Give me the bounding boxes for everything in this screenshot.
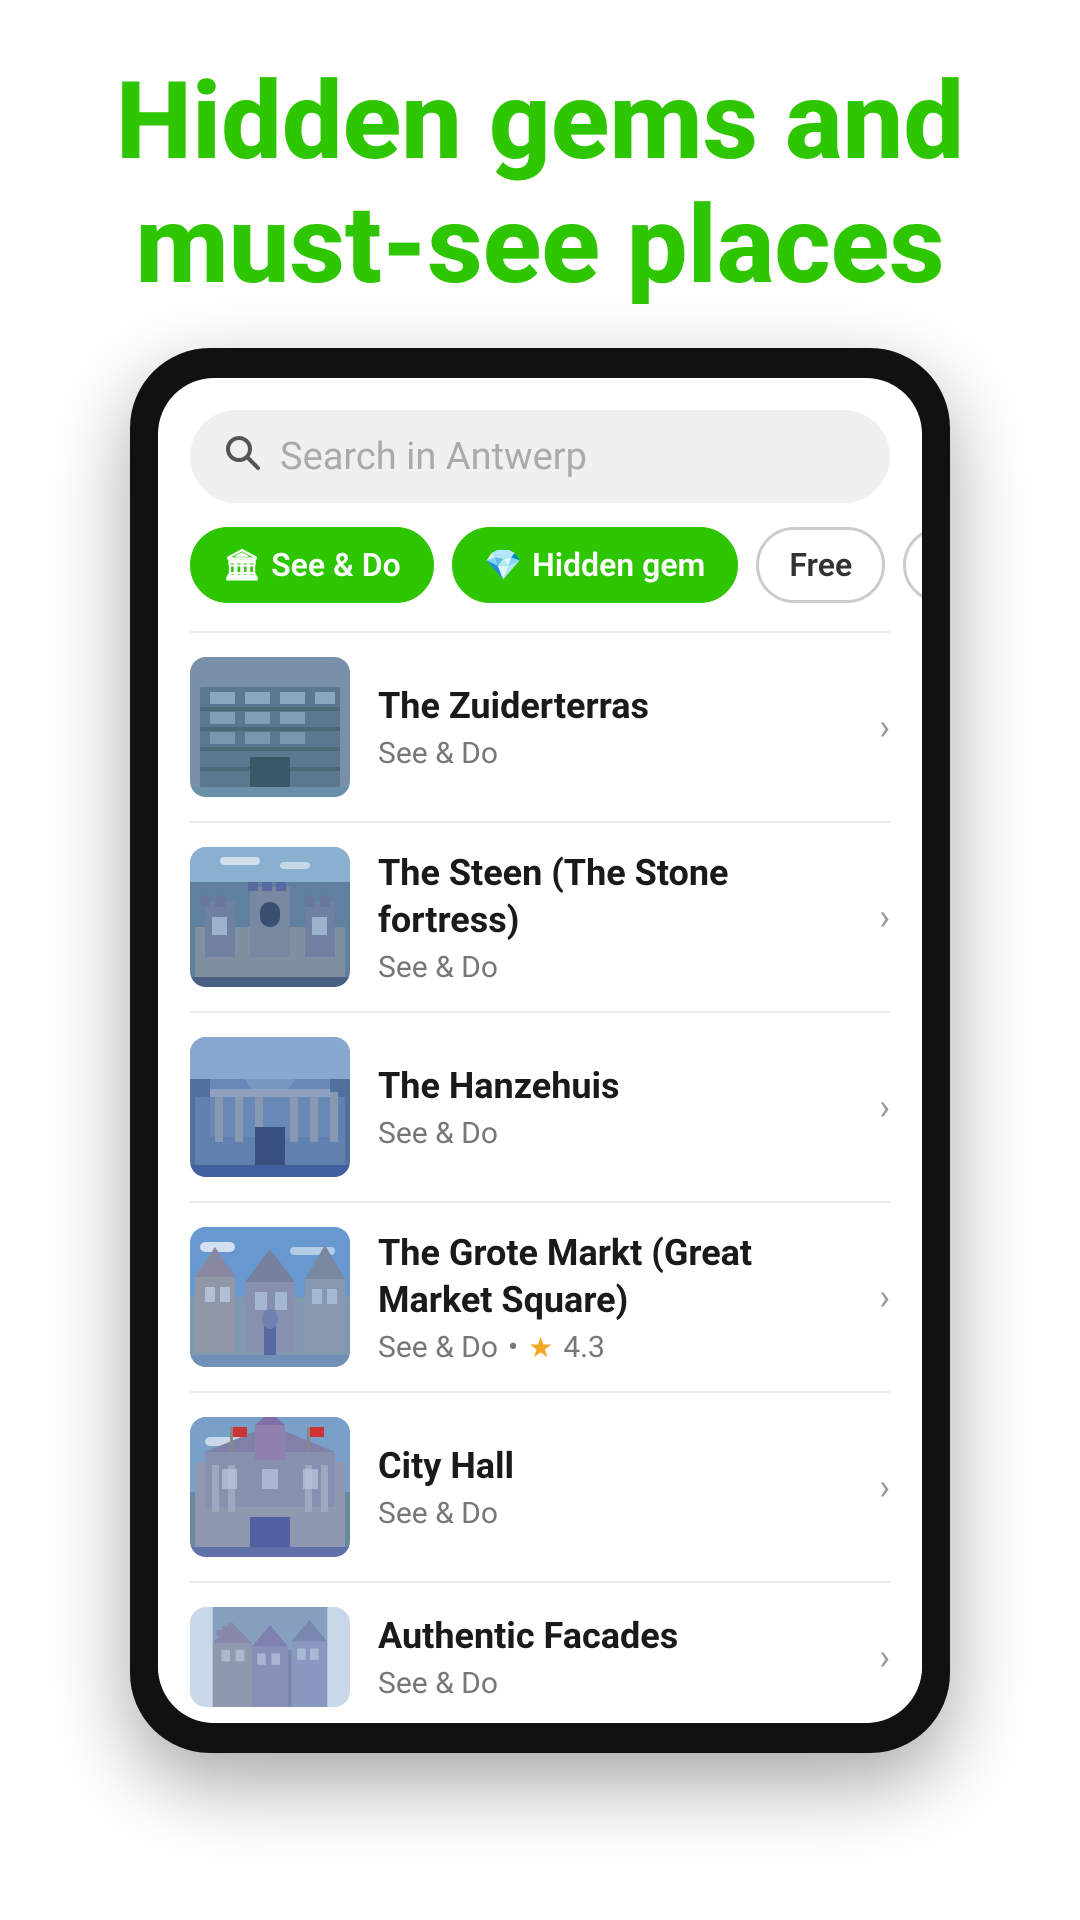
page-header: Hidden gems and must-see places xyxy=(0,0,1080,348)
list-item[interactable]: The Grote Markt (Great Market Square) Se… xyxy=(158,1203,922,1391)
filter-chip-shop[interactable]: 🛍 Shop xyxy=(903,527,922,603)
filter-chip-hidden-gem[interactable]: 💎 Hidden gem xyxy=(452,527,739,603)
item-title-3: The Hanzehuis xyxy=(378,1063,851,1110)
page-title: Hidden gems and must-see places xyxy=(80,60,1000,308)
chevron-icon-1: › xyxy=(879,706,890,748)
item-thumbnail-1 xyxy=(190,657,350,797)
chevron-icon-4: › xyxy=(879,1276,890,1318)
list-item[interactable]: The Zuiderterras See & Do › xyxy=(158,633,922,821)
list-item[interactable]: The Hanzehuis See & Do › xyxy=(158,1013,922,1201)
item-info-3: The Hanzehuis See & Do xyxy=(378,1063,851,1151)
item-info-1: The Zuiderterras See & Do xyxy=(378,683,851,771)
item-subtitle-3: See & Do xyxy=(378,1116,851,1151)
list-item[interactable]: Authentic Facades See & Do › xyxy=(158,1583,922,1723)
search-icon xyxy=(222,432,262,481)
dot-separator: • xyxy=(508,1330,518,1365)
item-title-6: Authentic Facades xyxy=(378,1613,851,1660)
item-title-2: The Steen (The Stone fortress) xyxy=(378,850,851,944)
item-thumbnail-3 xyxy=(190,1037,350,1177)
item-thumbnail-4 xyxy=(190,1227,350,1367)
search-bar[interactable]: Search in Antwerp xyxy=(190,410,890,503)
item-title-5: City Hall xyxy=(378,1443,851,1490)
item-info-2: The Steen (The Stone fortress) See & Do xyxy=(378,850,851,985)
item-thumbnail-6 xyxy=(190,1607,350,1707)
list-item[interactable]: The Steen (The Stone fortress) See & Do … xyxy=(158,823,922,1011)
filter-chip-see-do[interactable]: 🏛 See & Do xyxy=(190,527,434,603)
chevron-icon-6: › xyxy=(879,1636,890,1678)
item-info-5: City Hall See & Do xyxy=(378,1443,851,1531)
list-item[interactable]: City Hall See & Do › xyxy=(158,1393,922,1581)
phone-frame: Search in Antwerp 🏛 See & Do 💎 Hidden ge… xyxy=(130,348,950,1753)
chevron-icon-5: › xyxy=(879,1466,890,1508)
item-title-1: The Zuiderterras xyxy=(378,683,851,730)
chevron-icon-2: › xyxy=(879,896,890,938)
chevron-icon-3: › xyxy=(879,1086,890,1128)
item-subtitle-6: See & Do xyxy=(378,1666,851,1701)
filter-chip-see-do-label: See & Do xyxy=(271,546,401,584)
item-info-4: The Grote Markt (Great Market Square) Se… xyxy=(378,1230,851,1365)
filter-chips: 🏛 See & Do 💎 Hidden gem Free 🛍 Shop xyxy=(158,527,922,631)
item-subtitle-4: See & Do • ★ 4.3 xyxy=(378,1330,851,1365)
item-subtitle-5: See & Do xyxy=(378,1496,851,1531)
search-bar-container: Search in Antwerp xyxy=(158,378,922,527)
item-title-4: The Grote Markt (Great Market Square) xyxy=(378,1230,851,1324)
search-placeholder: Search in Antwerp xyxy=(280,435,587,479)
filter-chip-hidden-gem-label: Hidden gem xyxy=(532,546,705,584)
hidden-gem-icon: 💎 xyxy=(485,548,522,583)
item-thumbnail-5 xyxy=(190,1417,350,1557)
item-info-6: Authentic Facades See & Do xyxy=(378,1613,851,1701)
item-thumbnail-2 xyxy=(190,847,350,987)
filter-chip-free-label: Free xyxy=(789,546,852,584)
item-rating-4: 4.3 xyxy=(563,1330,605,1365)
see-do-icon: 🏛 xyxy=(223,548,261,583)
item-subtitle-1: See & Do xyxy=(378,736,851,771)
phone-container: Search in Antwerp 🏛 See & Do 💎 Hidden ge… xyxy=(0,348,1080,1753)
phone-screen: Search in Antwerp 🏛 See & Do 💎 Hidden ge… xyxy=(158,378,922,1723)
item-subtitle-2: See & Do xyxy=(378,950,851,985)
star-icon-4: ★ xyxy=(528,1331,553,1364)
filter-chip-free[interactable]: Free xyxy=(756,527,885,603)
